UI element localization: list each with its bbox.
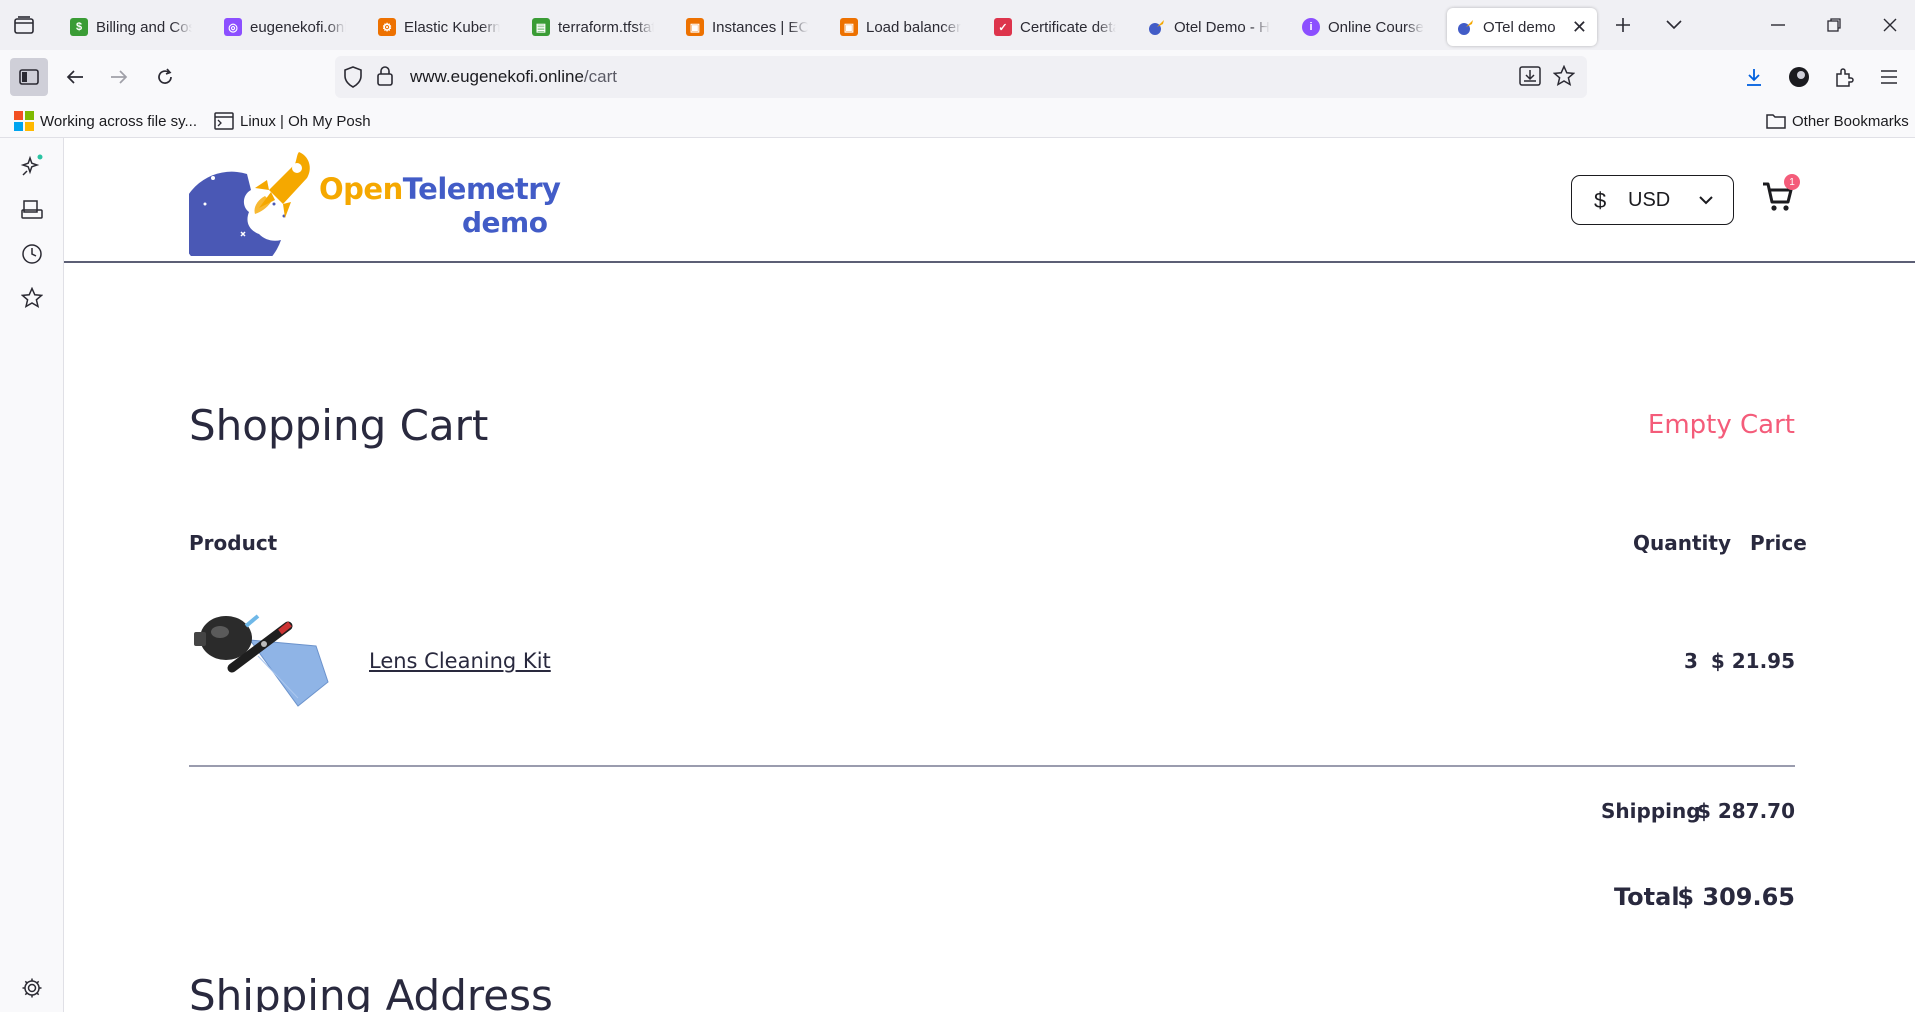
page-content: OpenTelemetry demo $ USD 1 Shopping Cart…	[64, 138, 1915, 1012]
logo-telemetry-text: Telemetry	[402, 172, 561, 206]
tab-ec2[interactable]: ▣ Instances | EC2	[676, 8, 818, 46]
otel-icon	[1148, 18, 1166, 36]
rocket-logo-icon	[189, 152, 310, 256]
ai-sparkle-icon[interactable]	[18, 152, 46, 180]
price-column-header: Price	[1750, 531, 1807, 555]
tab-title: Otel Demo - Ho	[1174, 18, 1270, 36]
total-label: Total	[1614, 883, 1680, 911]
close-tab-icon[interactable]: ✕	[1564, 17, 1587, 38]
billing-icon: $	[70, 18, 88, 36]
currency-code: USD	[1628, 189, 1671, 211]
extensions-icon[interactable]	[1825, 58, 1863, 96]
shield-icon[interactable]	[343, 66, 363, 93]
logo-demo-text: demo	[462, 206, 548, 239]
bookmarks-star-icon[interactable]	[18, 284, 46, 312]
other-bookmarks[interactable]: Other Bookmarks	[1766, 110, 1909, 132]
forward-icon[interactable]	[100, 58, 138, 96]
bookmark-working-across[interactable]: Working across file sy...	[14, 110, 197, 132]
synced-tabs-icon[interactable]	[18, 196, 46, 224]
url-host: www.eugenekofi.online	[410, 67, 584, 86]
tab-online-courses[interactable]: i Online Courses	[1292, 8, 1434, 46]
tab-otel-demo[interactable]: OTel demo ✕	[1447, 8, 1597, 46]
product-column-header: Product	[189, 531, 278, 555]
tab-certificate[interactable]: ✓ Certificate deta	[984, 8, 1126, 46]
browser-sidebar	[0, 138, 64, 1012]
list-all-tabs-icon[interactable]	[1658, 10, 1690, 40]
minimize-icon[interactable]	[1758, 8, 1798, 42]
tab-eks[interactable]: ⚙ Elastic Kuberne	[368, 8, 510, 46]
url-path: /cart	[583, 67, 617, 86]
restore-icon[interactable]	[1814, 8, 1854, 42]
bookmark-label: Linux | Oh My Posh	[240, 112, 371, 130]
tab-title: Certificate deta	[1020, 18, 1116, 36]
bookmarks-toolbar: Working across file sy... Linux | Oh My …	[0, 104, 1915, 138]
cart-divider	[189, 765, 1795, 767]
tab-terraform[interactable]: ▤ terraform.tfstat	[522, 8, 664, 46]
page-title: Shopping Cart	[189, 401, 489, 450]
bookmark-star-icon[interactable]	[1552, 64, 1576, 92]
quantity-column-header: Quantity	[1633, 531, 1731, 555]
lock-icon[interactable]	[377, 66, 393, 91]
logo-open-text: Open	[319, 172, 403, 206]
tab-title: OTel demo	[1483, 18, 1556, 36]
account-avatar-icon[interactable]	[1780, 58, 1818, 96]
back-icon[interactable]	[56, 58, 94, 96]
ec2-icon: ▣	[686, 18, 704, 36]
item-price: $ 21.95	[1710, 649, 1795, 673]
site-header: OpenTelemetry demo $ USD 1	[64, 138, 1915, 263]
acm-icon: ✓	[994, 18, 1012, 36]
item-quantity: 3	[1684, 649, 1698, 673]
windows-logo-icon	[14, 111, 34, 131]
site-icon: ◎	[224, 18, 242, 36]
close-window-icon[interactable]	[1870, 8, 1910, 42]
tab-billing[interactable]: $ Billing and Cost	[60, 8, 202, 46]
tab-title: Instances | EC2	[712, 18, 808, 36]
save-page-icon[interactable]	[1519, 66, 1541, 91]
other-bookmarks-label: Other Bookmarks	[1792, 112, 1909, 130]
nav-bar: www.eugenekofi.online/cart	[0, 50, 1915, 104]
otel-icon	[1457, 18, 1475, 36]
terminal-icon	[214, 112, 234, 130]
tab-title: Billing and Cost	[96, 18, 192, 36]
url-text[interactable]: www.eugenekofi.online/cart	[410, 67, 617, 87]
cart-count-badge: 1	[1784, 174, 1800, 190]
bookmark-label: Working across file sy...	[40, 112, 197, 130]
shipping-address-heading: Shipping Address	[189, 971, 553, 1012]
folder-icon	[1766, 113, 1786, 129]
tab-title: terraform.tfstat	[558, 18, 654, 36]
total-value: $ 309.65	[1677, 883, 1795, 911]
menu-icon[interactable]	[1870, 58, 1908, 96]
sidebar-toggle-icon[interactable]	[10, 58, 48, 96]
currency-symbol: $	[1594, 188, 1607, 213]
otel-logo[interactable]: OpenTelemetry demo	[189, 144, 561, 256]
tab-title: Load balancer	[866, 18, 962, 36]
tab-title: Online Courses	[1328, 18, 1424, 36]
tab-otel-home[interactable]: Otel Demo - Ho	[1138, 8, 1280, 46]
chevron-down-icon	[1698, 189, 1714, 212]
shipping-value: $ 287.70	[1696, 799, 1795, 823]
shipping-label: Shipping	[1601, 799, 1701, 823]
reload-icon[interactable]	[146, 58, 184, 96]
bookmark-oh-my-posh[interactable]: Linux | Oh My Posh	[214, 110, 371, 132]
tab-eugenekofi[interactable]: ◎ eugenekofi.onli	[214, 8, 356, 46]
tab-bar: $ Billing and Cost ◎ eugenekofi.onli ⚙ E…	[0, 0, 1915, 50]
lens-cleaning-kit-image[interactable]	[192, 596, 334, 722]
product-name-link[interactable]: Lens Cleaning Kit	[369, 649, 551, 673]
tab-title: eugenekofi.onli	[250, 18, 346, 36]
elb-icon: ▣	[840, 18, 858, 36]
logo-title: OpenTelemetry	[319, 172, 561, 206]
currency-selector[interactable]: $ USD	[1571, 175, 1734, 225]
history-icon[interactable]	[18, 240, 46, 268]
url-bar[interactable]: www.eugenekofi.online/cart	[335, 56, 1587, 98]
s3-icon: ▤	[532, 18, 550, 36]
tab-list-icon[interactable]	[10, 12, 38, 38]
eks-icon: ⚙	[378, 18, 396, 36]
tab-title: Elastic Kuberne	[404, 18, 500, 36]
empty-cart-button[interactable]: Empty Cart	[1648, 410, 1795, 440]
downloads-icon[interactable]	[1735, 58, 1773, 96]
courses-icon: i	[1302, 18, 1320, 36]
tab-load-balancer[interactable]: ▣ Load balancer	[830, 8, 972, 46]
settings-gear-icon[interactable]	[18, 974, 46, 1002]
new-tab-icon[interactable]	[1607, 10, 1639, 40]
